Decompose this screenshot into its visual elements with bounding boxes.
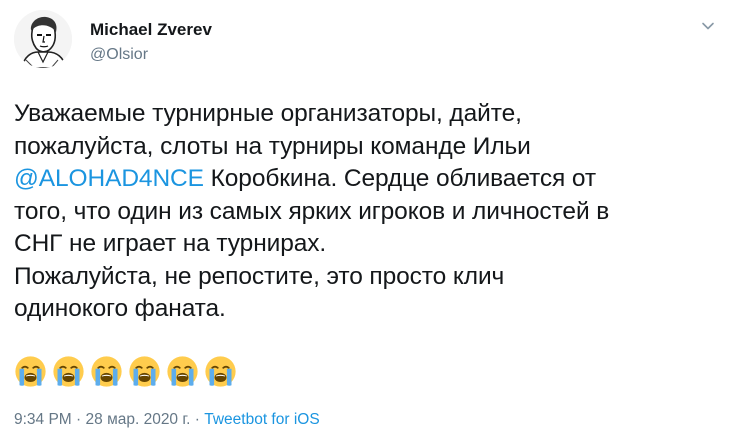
tweet-text-line: Уважаемые турнирные организаторы, дайте,	[14, 100, 522, 127]
tweet-text-line: СНГ не играет на турнирах.	[14, 230, 327, 257]
meta-separator: ·	[190, 411, 205, 428]
loudly-crying-face-icon	[91, 356, 122, 387]
author-name[interactable]: Michael Zverev	[90, 20, 212, 40]
tweet-date[interactable]: 28 мар. 2020 г.	[86, 411, 191, 428]
loudly-crying-face-icon	[167, 356, 198, 387]
tweet-text-line: того, что один из самых ярких игроков и …	[14, 197, 610, 225]
avatar-sketch-icon	[14, 10, 72, 68]
loudly-crying-face-icon	[15, 356, 46, 387]
tweet-meta: 9:34 PM · 28 мар. 2020 г. · Tweetbot for…	[14, 411, 320, 429]
tweet-text-fragment: Коробкина. Сердце обливается от	[203, 165, 597, 192]
tweet-source-link[interactable]: Tweetbot for iOS	[204, 411, 319, 428]
emoji-row	[14, 355, 237, 389]
tweet-text-line: пожалуйста, слоты на турниры команде Иль…	[14, 132, 531, 160]
tweet-card: Michael Zverev @Olsior Уважаемые турнирн…	[0, 0, 730, 446]
mention-link[interactable]: @ALOHAD4NCE	[14, 165, 204, 192]
tweet-text-line: Пожалуйста, не репостите, это просто кли…	[14, 262, 505, 290]
loudly-crying-face-icon	[205, 356, 236, 387]
author-handle[interactable]: @Olsior	[90, 46, 148, 64]
loudly-crying-face-icon	[129, 356, 160, 387]
tweet-text: Уважаемые турнирные организаторы, дайте,…	[14, 98, 724, 326]
avatar[interactable]	[14, 10, 72, 68]
meta-separator: ·	[71, 411, 86, 428]
loudly-crying-face-icon	[53, 356, 84, 387]
chevron-down-icon[interactable]	[700, 18, 716, 34]
tweet-text-line: одинокого фаната.	[14, 295, 226, 322]
tweet-time[interactable]: 9:34 PM	[14, 411, 72, 428]
tweet-text-line: @ALOHAD4NCE Коробкина. Сердце обливается…	[14, 163, 724, 196]
